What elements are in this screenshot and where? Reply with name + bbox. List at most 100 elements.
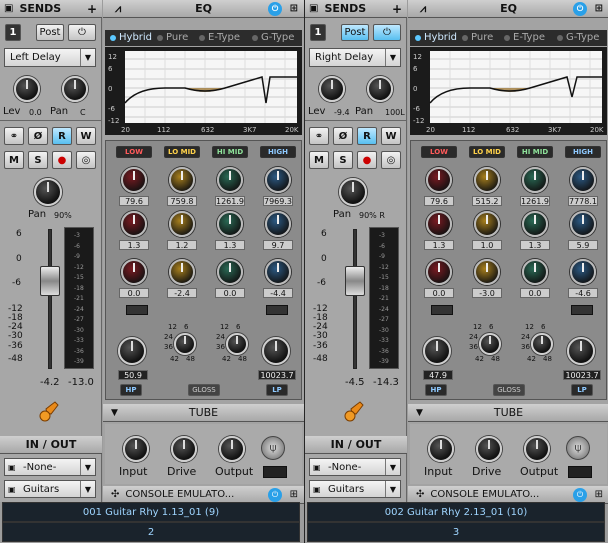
record-arm-icon[interactable]: ●	[357, 151, 377, 169]
track-name[interactable]: 002 Guitar Rhy 2.13_01 (10)	[307, 502, 605, 522]
lp-freq-knob[interactable]	[567, 337, 595, 365]
band-freq-knob[interactable]	[169, 167, 195, 193]
send-power-icon[interactable]: ⏻	[373, 24, 401, 41]
eq-curve-icon[interactable]: ⩘	[115, 2, 121, 16]
band-gain-value[interactable]: -4.4	[263, 288, 293, 298]
console-expand-icon[interactable]: ⊞	[290, 489, 298, 500]
band-q-knob[interactable]	[265, 211, 291, 237]
track-name[interactable]: 001 Guitar Rhy 1.13_01 (9)	[2, 502, 300, 522]
link-icon[interactable]: ⚭	[309, 127, 329, 145]
volume-fader-handle[interactable]	[345, 266, 365, 296]
eq-expand-icon[interactable]: ⊞	[290, 3, 298, 14]
band-q-value[interactable]: 1.3	[520, 240, 550, 250]
band-freq-knob[interactable]	[474, 167, 500, 193]
send-level-knob[interactable]	[14, 76, 40, 102]
band-q-knob[interactable]	[522, 211, 548, 237]
band-gain-value[interactable]: -3.0	[472, 288, 502, 298]
band-q-knob[interactable]	[570, 211, 596, 237]
send-pan-knob[interactable]	[62, 76, 88, 102]
eq-mode-pure[interactable]: Pure	[157, 32, 188, 43]
eq-graph[interactable]: 12 6 0 -6 -12 20 112 632 3K7 20K	[410, 47, 607, 135]
output-select[interactable]: ▣ Guitars ▼	[309, 480, 401, 498]
band-gain-knob[interactable]	[426, 259, 452, 285]
band-freq-value[interactable]: 7778.1	[568, 196, 598, 206]
hp-freq-knob[interactable]	[423, 337, 451, 365]
band-gain-value[interactable]: 0.0	[424, 288, 454, 298]
send-level-knob[interactable]	[319, 76, 345, 102]
console-power-icon[interactable]: ⏻	[268, 487, 282, 502]
band-gain-knob[interactable]	[522, 259, 548, 285]
slope-knob[interactable]	[174, 333, 196, 355]
band-q-value[interactable]: 1.3	[215, 240, 245, 250]
post-button[interactable]: Post	[341, 24, 369, 41]
hp-freq-knob[interactable]	[118, 337, 146, 365]
band-freq-value[interactable]: 1261.9	[215, 196, 245, 206]
band-gain-value[interactable]: 0.0	[119, 288, 149, 298]
band-freq-value[interactable]: 79.6	[119, 196, 149, 206]
lp-value[interactable]: 10023.7	[258, 370, 296, 380]
band-gain-knob[interactable]	[570, 259, 596, 285]
eq-graph[interactable]: 12 6 0 -6 -12 20 112 632 3K7 20K	[105, 47, 302, 135]
high-shelf-toggle[interactable]	[266, 305, 288, 315]
phase-button[interactable]: Ø	[28, 127, 48, 145]
low-shelf-toggle[interactable]	[126, 305, 148, 315]
band-q-value[interactable]: 9.7	[263, 240, 293, 250]
band-low-button[interactable]: LOW	[116, 146, 152, 158]
post-button[interactable]: Post	[36, 24, 64, 41]
band-freq-value[interactable]: 759.8	[167, 196, 197, 206]
solo-button[interactable]: S	[28, 151, 48, 169]
tube-toggle[interactable]	[568, 466, 592, 478]
link-icon[interactable]: ⚭	[4, 127, 24, 145]
chevron-down-icon[interactable]: ▼	[111, 408, 118, 418]
band-gain-value[interactable]: -2.4	[167, 288, 197, 298]
eq-mode-gtype[interactable]: G-Type	[557, 32, 599, 43]
band-gain-knob[interactable]	[217, 259, 243, 285]
band-freq-value[interactable]: 7969.3	[263, 196, 293, 206]
eq-mode-gtype[interactable]: G-Type	[252, 32, 294, 43]
band-freq-value[interactable]: 515.2	[472, 196, 502, 206]
band-q-value[interactable]: 1.0	[472, 240, 502, 250]
tube-drive-knob[interactable]	[171, 436, 197, 462]
send-destination-select[interactable]: Right Delay ▼	[309, 48, 401, 67]
collapse-icon[interactable]: ▣	[309, 3, 318, 14]
band-low-button[interactable]: LOW	[421, 146, 457, 158]
band-high-button[interactable]: HIGH	[260, 146, 296, 158]
band-q-knob[interactable]	[474, 211, 500, 237]
band-q-knob[interactable]	[217, 211, 243, 237]
eq-power-icon[interactable]: ⏻	[573, 1, 587, 16]
eq-mode-hybrid[interactable]: Hybrid	[415, 32, 457, 43]
band-gain-knob[interactable]	[265, 259, 291, 285]
console-expand-icon[interactable]: ⊞	[595, 489, 603, 500]
tube-output-knob[interactable]	[524, 436, 550, 462]
band-gain-knob[interactable]	[474, 259, 500, 285]
read-button[interactable]: R	[52, 127, 72, 145]
band-q-knob[interactable]	[169, 211, 195, 237]
band-lo-mid-button[interactable]: LO MID	[469, 146, 505, 158]
lp-freq-knob[interactable]	[262, 337, 290, 365]
eq-mode-hybrid[interactable]: Hybrid	[110, 32, 152, 43]
volume-fader-handle[interactable]	[40, 266, 60, 296]
gloss-button[interactable]: GLOSS	[493, 384, 525, 396]
send-pan-knob[interactable]	[367, 76, 393, 102]
band-q-value[interactable]: 1.3	[424, 240, 454, 250]
band-freq-knob[interactable]	[121, 167, 147, 193]
channel-pan-knob[interactable]	[34, 178, 62, 206]
input-select[interactable]: ▣ -None- ▼	[309, 458, 401, 476]
input-echo-icon[interactable]: ◎	[381, 151, 401, 169]
band-hi-mid-button[interactable]: HI MID	[517, 146, 553, 158]
send-power-icon[interactable]: ⏻	[68, 24, 96, 41]
high-shelf-toggle[interactable]	[571, 305, 593, 315]
hp-value[interactable]: 47.9	[423, 370, 453, 380]
read-button[interactable]: R	[357, 127, 377, 145]
band-q-value[interactable]: 1.2	[167, 240, 197, 250]
band-gain-value[interactable]: 0.0	[520, 288, 550, 298]
band-gain-value[interactable]: -4.6	[568, 288, 598, 298]
tube-icon[interactable]: ⍦	[566, 436, 590, 460]
band-freq-knob[interactable]	[570, 167, 596, 193]
band-high-button[interactable]: HIGH	[565, 146, 601, 158]
add-send-icon[interactable]: +	[392, 2, 402, 16]
hp-button[interactable]: HP	[425, 384, 447, 396]
gear-icon[interactable]: ✣	[111, 489, 119, 500]
band-q-value[interactable]: 5.9	[568, 240, 598, 250]
tube-input-knob[interactable]	[123, 436, 149, 462]
